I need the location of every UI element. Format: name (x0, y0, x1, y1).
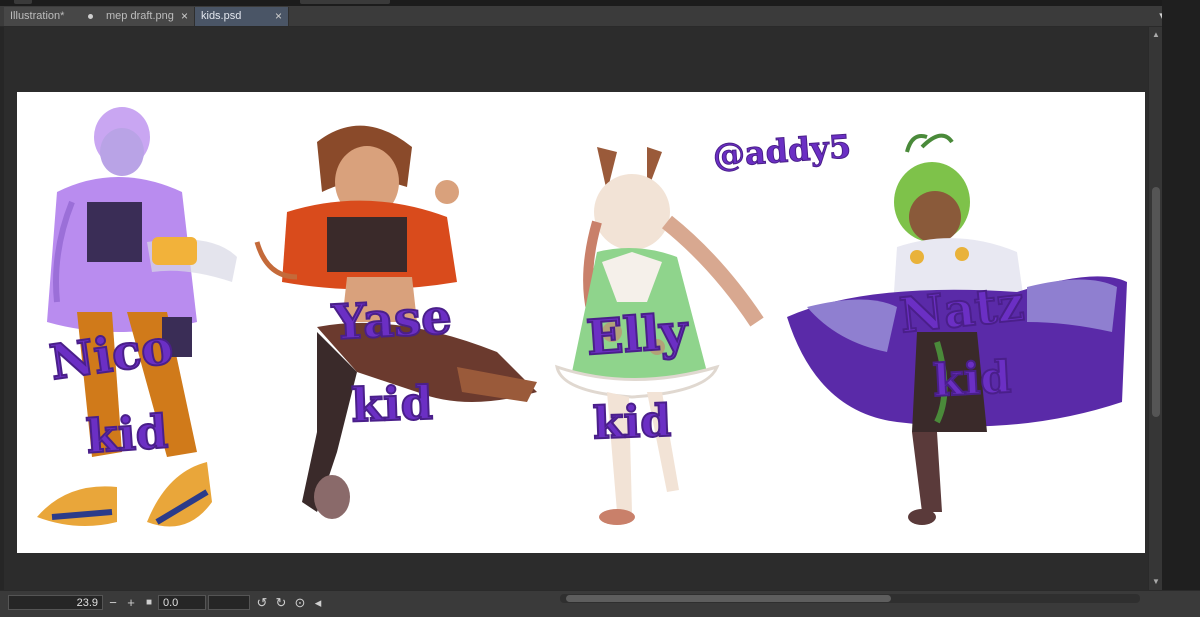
unsaved-dot-icon (88, 14, 93, 19)
reset-rotation-icon[interactable]: ⊙ (293, 594, 307, 612)
horizontal-scrollbar[interactable] (560, 594, 1140, 603)
tab-kids-psd[interactable]: kids.psd × (195, 7, 289, 26)
label-yase-name: Yase (330, 288, 454, 352)
label-elly-kid: kid (591, 395, 673, 451)
toolbar-stub[interactable] (300, 0, 390, 4)
tab-label: mep draft.png (106, 10, 174, 22)
scrollbar-thumb[interactable] (566, 595, 891, 602)
label-elly-name: Elly (584, 303, 691, 368)
rotate-right-icon[interactable]: ↻ (274, 594, 288, 612)
label-yase-kid: kid (349, 375, 434, 434)
right-panel-edge (1162, 0, 1200, 616)
zoom-out-button[interactable]: − (106, 594, 120, 612)
label-natz-kid: kid (931, 351, 1014, 408)
zoom-field[interactable]: 23.9 (8, 595, 103, 610)
rotation-field[interactable]: 0.0 (158, 595, 206, 610)
character-nico (37, 107, 237, 527)
document-tab-bar: Illustration* mep draft.png × kids.psd ×… (0, 6, 1200, 27)
tab-illustration[interactable]: Illustration* (4, 7, 102, 26)
rotation-slider[interactable] (208, 595, 250, 610)
zoom-in-button[interactable]: + (124, 594, 138, 612)
tab-mep-draft[interactable]: mep draft.png × (100, 7, 195, 26)
close-icon[interactable]: × (181, 7, 188, 26)
tab-label: Illustration* (10, 10, 65, 22)
scroll-up-icon[interactable]: ▲ (1149, 29, 1163, 41)
flip-icon[interactable]: ◂ (311, 594, 325, 612)
artwork-canvas[interactable]: Nico kid Yase kid Elly kid Natz kid @add… (17, 92, 1145, 553)
scroll-down-icon[interactable]: ▼ (1149, 576, 1163, 588)
scrollbar-thumb[interactable] (1152, 187, 1160, 417)
vertical-scrollbar[interactable]: ▲ ▼ (1148, 27, 1163, 590)
stop-icon[interactable]: ■ (142, 594, 156, 612)
menu-stub[interactable] (14, 0, 32, 4)
rotate-left-icon[interactable]: ↺ (255, 594, 269, 612)
tab-label: kids.psd (201, 10, 242, 22)
canvas-status-bar: 23.9 − + ■ 0.0 ↺ ↻ ⊙ ◂ (0, 590, 1200, 617)
close-icon[interactable]: × (275, 7, 282, 26)
label-nico-kid: kid (83, 403, 170, 465)
